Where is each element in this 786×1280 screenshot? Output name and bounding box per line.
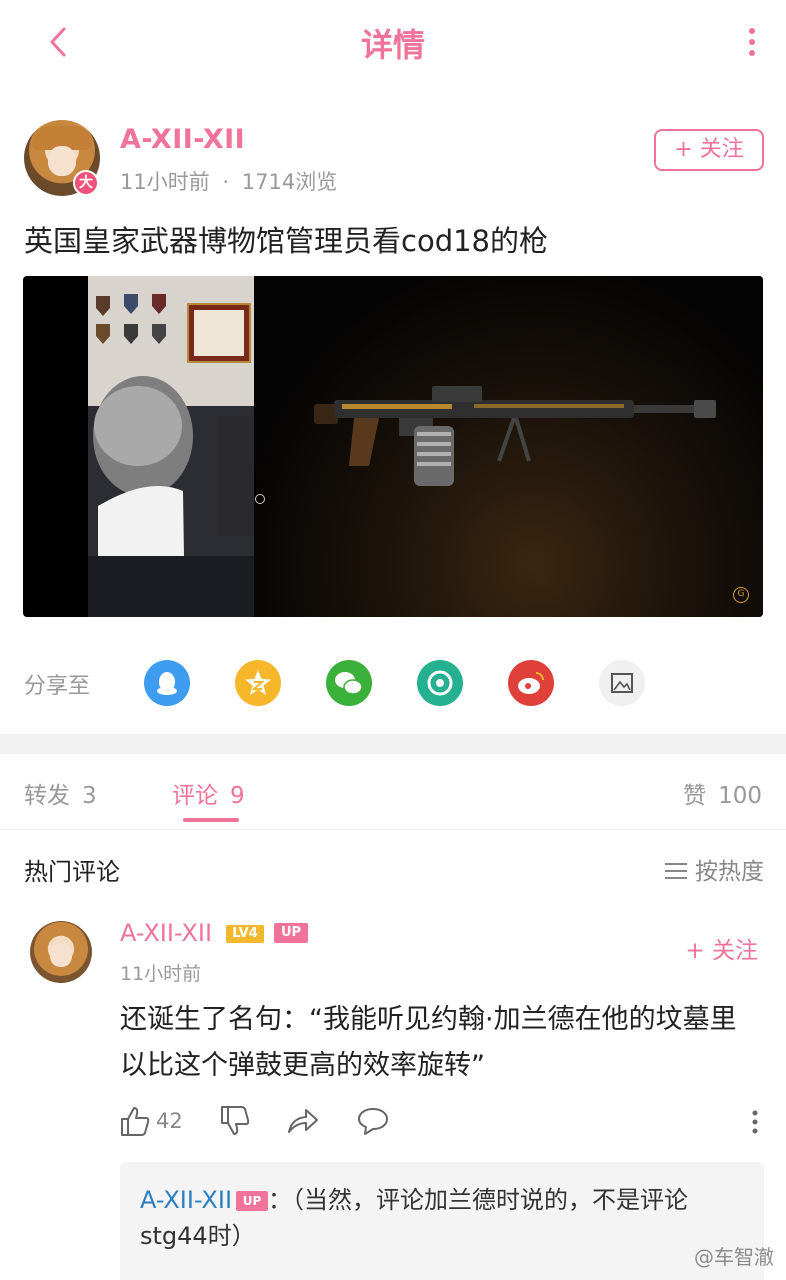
share-comment-button[interactable]	[286, 1105, 320, 1141]
weibo-icon[interactable]	[508, 660, 554, 706]
comment-actions: 42	[120, 1105, 764, 1145]
thumbs-up-icon	[121, 1107, 150, 1136]
reply-button[interactable]	[356, 1105, 390, 1141]
tab-likes-label: 赞	[683, 783, 707, 809]
active-tab-indicator	[183, 818, 239, 822]
tab-reposts-count: 3	[82, 783, 97, 809]
section-divider	[0, 734, 786, 754]
reply-author[interactable]: A-XII-XII	[140, 1186, 232, 1214]
share-row: 分享至	[24, 658, 764, 710]
post-video-thumbnail[interactable]: G	[23, 276, 763, 617]
reply-text-block: A-XII-XII UP ：（当然，评论加兰德时说的，不是评论stg44时）	[140, 1182, 740, 1254]
tab-likes-count: 100	[718, 783, 762, 809]
tab-comments-count: 9	[230, 783, 245, 809]
post-title: 英国皇家武器博物馆管理员看cod18的枪	[24, 224, 548, 258]
tab-bar: 转发 3 评论 9 赞 100	[0, 754, 786, 830]
webcam-pane	[88, 276, 254, 617]
comment-time: 11小时前	[120, 963, 202, 985]
meta-separator: ·	[222, 170, 230, 194]
hot-comments-header: 热门评论 按热度	[24, 852, 764, 888]
moments-icon[interactable]	[417, 660, 463, 706]
reply-up-badge: UP	[236, 1191, 269, 1211]
video-progress-marker	[255, 494, 265, 504]
sort-icon	[665, 860, 687, 886]
up-badge: UP	[274, 923, 308, 943]
image-save-icon[interactable]	[599, 660, 645, 706]
share-label: 分享至	[24, 674, 91, 699]
follow-button[interactable]: + 关注	[654, 129, 764, 171]
tab-likes[interactable]: 赞 100	[683, 776, 762, 810]
commenter-name[interactable]: A-XII-XII	[120, 919, 212, 947]
author-name[interactable]: A-XII-XII	[120, 124, 245, 155]
comment-more-icon[interactable]	[750, 1109, 760, 1137]
tab-reposts[interactable]: 转发 3	[24, 776, 97, 810]
tab-reposts-label: 转发	[24, 783, 70, 809]
author-level-badge: 大	[73, 170, 99, 196]
like-count: 42	[156, 1109, 183, 1133]
qq-icon[interactable]	[144, 660, 190, 706]
speech-bubble-icon	[358, 1108, 388, 1135]
hot-comments-title: 热门评论	[24, 858, 120, 886]
commenter-avatar[interactable]	[30, 921, 92, 983]
thumbs-down-icon	[221, 1106, 250, 1135]
level-badge: LV4	[226, 925, 264, 943]
game-screen-pane	[254, 276, 763, 617]
tab-comments[interactable]: 评论 9	[172, 776, 245, 810]
post-meta: 11小时前 · 1714浏览	[120, 166, 337, 196]
sort-by-hot-button[interactable]: 按热度	[665, 852, 764, 886]
post-views: 1714浏览	[241, 170, 338, 194]
like-button[interactable]: 42	[120, 1105, 210, 1141]
machine-gun-image	[314, 386, 716, 486]
reply-preview[interactable]: A-XII-XII UP ：（当然，评论加兰德时说的，不是评论stg44时）	[120, 1162, 764, 1280]
comment-follow-button[interactable]: + 关注	[685, 931, 758, 965]
dislike-button[interactable]	[220, 1105, 252, 1141]
wechat-icon[interactable]	[326, 660, 372, 706]
comment-text: 还诞生了名句：“我能听见约翰·加兰德在他的坟墓里以比这个弹鼓更高的效率旋转”	[120, 1004, 737, 1081]
sort-label: 按热度	[695, 859, 764, 885]
game-logo-icon: G	[733, 587, 749, 603]
top-bar: 详情	[0, 0, 786, 86]
share-arrow-icon	[288, 1109, 318, 1133]
weibo-watermark: @车智澈	[694, 1245, 774, 1269]
tab-comments-label: 评论	[172, 783, 218, 809]
more-options-icon[interactable]	[742, 26, 762, 60]
post-time: 11小时前	[120, 170, 210, 194]
page-title: 详情	[360, 26, 425, 64]
comment-item: A-XII-XII LV4 UP 11小时前 + 关注 还诞生了名句：“我能听见…	[24, 915, 764, 1280]
post-author-block: 大 A-XII-XII 11小时前 · 1714浏览 + 关注	[24, 120, 764, 200]
qzone-icon[interactable]	[235, 660, 281, 706]
